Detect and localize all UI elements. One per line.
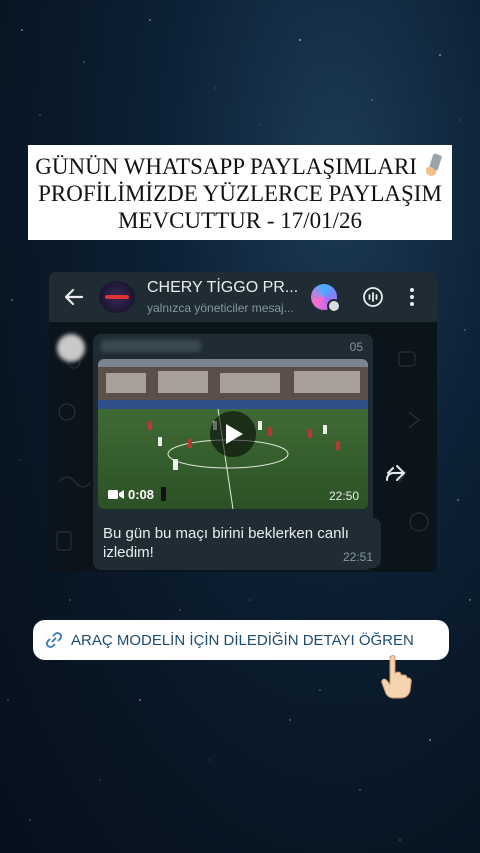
- video-duration-label: 0:08: [128, 487, 155, 502]
- group-avatar[interactable]: [99, 281, 135, 313]
- chat-body: 05 0:08 22:50 Bu gün bu maçı birini bekl…: [49, 322, 437, 572]
- forward-icon[interactable]: [384, 464, 406, 482]
- chat-title[interactable]: CHERY TİGGO PR...: [147, 279, 298, 297]
- video-timestamp: 22:50: [328, 489, 359, 503]
- headline-banner: GÜNÜN WHATSAPP PAYLAŞIMLARI PROFİLİMİZDE…: [28, 145, 452, 240]
- pointing-hand-icon: [381, 655, 412, 699]
- banner-line-3: MEVCUTTUR - 17/01/26: [117, 208, 363, 233]
- caption-bubble: Bu gün bu maçı birini beklerken canlı iz…: [93, 518, 381, 568]
- sender-avatar[interactable]: [57, 334, 85, 362]
- video-camera-icon: [108, 490, 124, 499]
- voice-chat-icon[interactable]: [362, 286, 384, 308]
- play-button[interactable]: [210, 411, 256, 457]
- more-options-icon[interactable]: [409, 287, 415, 307]
- chat-header: CHERY TİGGO PR... yalnızca yöneticiler m…: [49, 272, 437, 322]
- sender-name-blurred: [101, 340, 201, 352]
- chat-subtitle[interactable]: yalnızca yöneticiler mesaj...: [147, 301, 294, 315]
- message-header-time: 05: [349, 340, 363, 354]
- caption-timestamp: 22:51: [342, 550, 373, 564]
- banner-line-2: PROFİLİMİZDE YÜZLERCE PAYLAŞIM: [38, 181, 442, 206]
- link-sticker-label[interactable]: ARAÇ MODELİN İÇİN DİLEDİĞİN DETAYI ÖĞREN: [71, 632, 414, 649]
- link-icon: [46, 632, 62, 648]
- mobile-phone-hand-icon: [425, 153, 442, 176]
- message-caption: Bu gün bu maçı birini beklerken canlı iz…: [103, 525, 349, 561]
- banner-line-1: GÜNÜN WHATSAPP PAYLAŞIMLARI: [34, 153, 446, 180]
- back-arrow-icon[interactable]: [63, 286, 85, 308]
- video-thumbnail[interactable]: 0:08 22:50: [98, 359, 368, 509]
- whatsapp-screenshot: CHERY TİGGO PR... yalnızca yöneticiler m…: [49, 272, 437, 572]
- meta-ai-icon[interactable]: [311, 284, 341, 313]
- play-icon: [226, 424, 243, 444]
- video-duration: 0:08: [108, 487, 154, 502]
